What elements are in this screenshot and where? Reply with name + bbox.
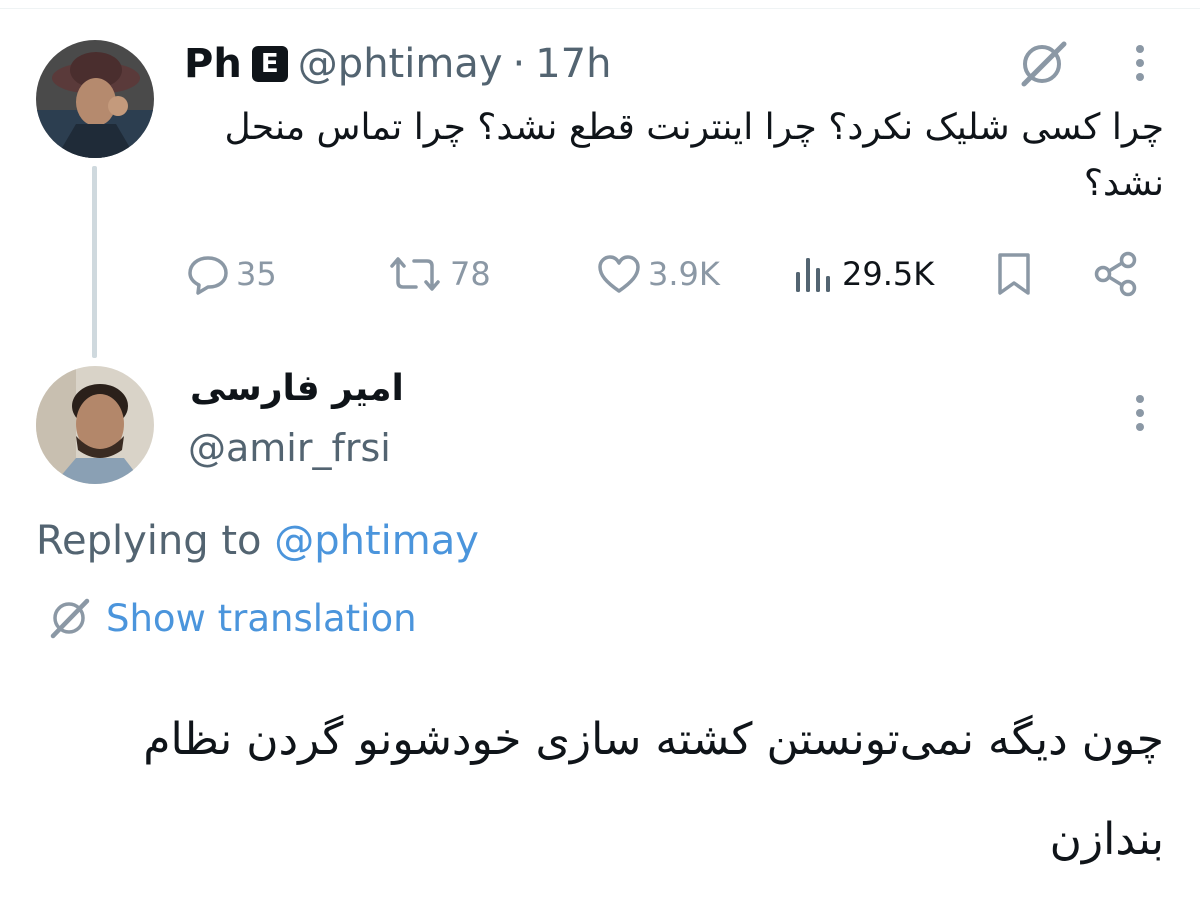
like-icon: [598, 255, 640, 293]
like-button[interactable]: 3.9K: [596, 246, 720, 302]
show-translation-button[interactable]: Show translation: [46, 596, 417, 640]
reply-author-name[interactable]: امیر فارسی: [190, 368, 404, 409]
reply-count: 35: [236, 255, 277, 293]
share-button[interactable]: [1092, 246, 1140, 302]
show-translation-label: Show translation: [106, 596, 417, 640]
views-icon: [796, 258, 830, 292]
repost-button[interactable]: 78: [386, 246, 491, 302]
reply-button[interactable]: 35: [186, 246, 277, 302]
reply-more-icon[interactable]: [1122, 390, 1158, 436]
top-divider: [0, 8, 1200, 9]
author-name[interactable]: Ph: [184, 41, 242, 87]
replying-prefix: Replying to: [36, 518, 262, 564]
reply-icon: [188, 256, 228, 295]
avatar-phtimay[interactable]: [36, 40, 154, 158]
reply-author-handle[interactable]: @amir_frsi: [188, 426, 391, 470]
replying-to: Replying to @phtimay: [36, 518, 479, 564]
tweet-actions: 35 78 3.9K 29.5K: [186, 246, 1146, 302]
reply-text: چون دیگه نمی‌تونستن کشته سازی خودشونو گر…: [143, 714, 1164, 865]
tweet-text: چرا کسی شلیک نکرد؟ چرا اینترنت قطع نشد؟ …: [224, 107, 1164, 204]
author-badge: E: [251, 46, 288, 82]
grok-icon[interactable]: [1014, 38, 1074, 90]
like-count: 3.9K: [648, 255, 720, 293]
tweet-header: Ph E @phtimay · 17h: [184, 36, 611, 92]
separator: ·: [512, 41, 526, 87]
replying-mention[interactable]: @phtimay: [274, 518, 479, 564]
bookmark-button[interactable]: [994, 246, 1034, 302]
avatar-image: [36, 40, 154, 158]
author-handle[interactable]: @phtimay: [298, 41, 503, 87]
views-count: 29.5K: [842, 255, 935, 293]
repost-count: 78: [450, 255, 491, 293]
bookmark-icon: [998, 253, 1030, 295]
tweet-time[interactable]: 17h: [535, 41, 611, 87]
more-icon[interactable]: [1122, 40, 1158, 86]
translate-icon: [50, 598, 90, 639]
views-button[interactable]: 29.5K: [792, 246, 934, 302]
avatar-image: [36, 366, 154, 484]
repost-icon: [390, 257, 440, 291]
share-icon: [1094, 251, 1137, 297]
avatar-amir-frsi[interactable]: [36, 366, 154, 484]
thread-line: [92, 166, 97, 358]
